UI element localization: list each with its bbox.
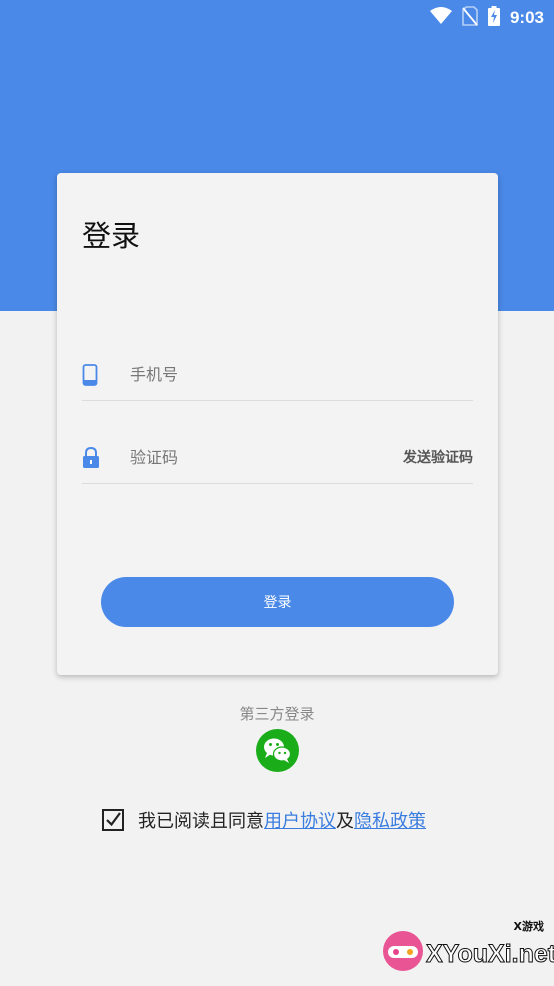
battery-charging-icon [487, 6, 500, 30]
wechat-login-button[interactable] [256, 729, 299, 772]
lock-icon [82, 446, 100, 469]
third-party-login-label: 第三方登录 [239, 705, 315, 723]
status-icons: 9:03 [429, 6, 544, 30]
gamepad-logo-icon [383, 931, 423, 971]
page-title: 登录 [82, 219, 141, 253]
status-time: 9:03 [509, 8, 544, 27]
privacy-policy-link[interactable]: 隐私政策 [354, 807, 426, 833]
login-screen: 9:03 登录 发送验证码 登录 [0, 0, 554, 986]
phone-field [82, 348, 473, 401]
login-button[interactable]: 登录 [101, 577, 454, 627]
phone-icon [82, 364, 100, 386]
no-sim-icon [462, 6, 478, 30]
watermark-site: XYouXi.net [425, 940, 554, 969]
agreement-checkbox[interactable] [102, 809, 124, 831]
login-card: 登录 发送验证码 登录 [57, 173, 498, 675]
wechat-icon [256, 738, 299, 776]
status-bar: 9:03 [0, 0, 554, 34]
verification-code-input[interactable] [130, 443, 380, 471]
phone-input[interactable] [130, 360, 380, 388]
verification-code-field: 发送验证码 [82, 431, 473, 484]
agreement-conjunction: 及 [336, 811, 354, 832]
wifi-icon [429, 7, 452, 29]
watermark-logo: X游戏 XYouXi.net [378, 918, 554, 978]
user-agreement-link[interactable]: 用户协议 [264, 807, 336, 833]
send-code-button[interactable]: 发送验证码 [403, 447, 473, 467]
watermark-tag: X游戏 [513, 920, 544, 933]
agreement-prefix: 我已阅读且同意 [138, 811, 264, 832]
agreement-row: 我已阅读且同意 用户协议 及 隐私政策 [102, 807, 426, 833]
